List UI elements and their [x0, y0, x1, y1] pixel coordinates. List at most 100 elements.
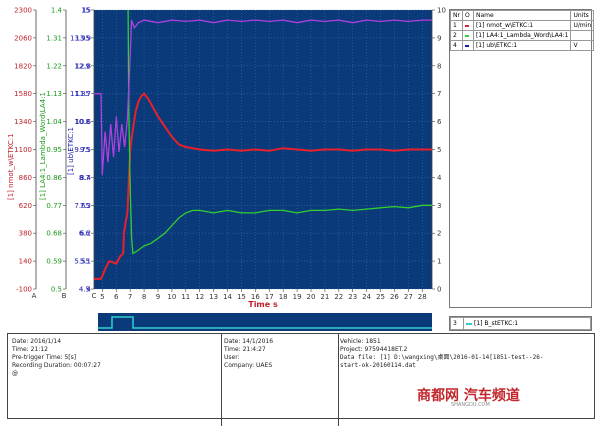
y-tick-label: 13.9	[75, 34, 91, 42]
legend-header-units: Units	[570, 10, 595, 21]
report-frame: -100 140 380 620 860 1 10 0 1340 1580 1 8 20 2060 2300…	[0, 0, 600, 426]
recording-info: Date: 2016/1/14 Time: 21:12 Pre-trigger …	[8, 334, 222, 426]
right-tick-label: 1	[437, 258, 441, 266]
y-tick-label: 9.5	[80, 146, 91, 154]
x-tick-label: 22	[334, 293, 343, 301]
axis-letter: A	[32, 292, 37, 300]
x-axis: 5 6 7 8 9 10 11 12 13 14 15 16 17 18 19 20 21 22 23 24 25 26 2…	[100, 289, 427, 309]
right-tick-label: 10	[437, 7, 446, 15]
axis-b-label: [1] LA4:1_Lambda_Word\LA4:1	[39, 92, 47, 200]
x-tick-label: 19	[293, 293, 302, 301]
x-tick-label: 9	[156, 293, 160, 301]
y-tick-label: 1580	[14, 90, 32, 98]
legend-nr: 4	[450, 40, 463, 51]
x-tick-label: 8	[142, 293, 146, 301]
y-tick-label: 1.13	[46, 90, 62, 98]
x-axis-label: Time s	[248, 300, 278, 309]
export-date: Date: 14/1/2016	[224, 338, 274, 345]
right-tick-label: 8	[437, 62, 441, 70]
legend-nr: 1	[450, 20, 463, 31]
y-tick-label: 2300	[14, 7, 32, 15]
x-tick-label: 25	[376, 293, 385, 301]
x-tick-label: 23	[348, 293, 357, 301]
x-tick-label: 12	[195, 293, 204, 301]
right-tick-label: 6	[437, 118, 442, 126]
y-tick-label: 140	[19, 258, 32, 266]
legend-row[interactable]: 3 [1] B_stETKC:1	[450, 317, 591, 330]
legend-name: [1] B_stETKC:1	[474, 320, 519, 327]
y-tick-label: 0.95	[46, 146, 62, 154]
y-tick-label: 380	[19, 230, 32, 238]
y-tick-label: -100	[16, 286, 32, 294]
right-tick-label: 5	[437, 146, 441, 154]
x-tick-label: 21	[320, 293, 329, 301]
right-tick-label: 2	[437, 230, 441, 238]
axis-letter: B	[62, 292, 67, 300]
y-tick-label: 860	[19, 174, 32, 182]
y-tick-label: 1.4	[51, 7, 63, 15]
legend-units: U/min	[570, 20, 595, 31]
x-tick-label: 28	[418, 293, 427, 301]
x-tick-label: 10	[167, 293, 176, 301]
y-tick-label: 0.68	[46, 230, 62, 238]
series-color-icon	[464, 24, 469, 27]
x-tick-label: 14	[223, 293, 232, 301]
legend-nr: 3	[450, 317, 464, 330]
x-tick-label: 27	[404, 293, 413, 301]
legend-row[interactable]: 2 [1] LA4:1_Lambda_Word\LA4:1	[450, 30, 595, 41]
info-panel: Date: 2016/1/14 Time: 21:12 Pre-trigger …	[7, 333, 595, 426]
overview-legend: 3 [1] B_stETKC:1	[449, 316, 592, 331]
right-tick-label: 3	[437, 202, 441, 210]
recording-duration: Recording Duration: 00:07:27	[12, 362, 101, 369]
legend-row[interactable]: 4 [1] ub\ETKC:1 V	[450, 40, 595, 51]
legend-name: [1] LA4:1_Lambda_Word\LA4:1	[475, 32, 569, 39]
x-tick-label: 7	[128, 293, 132, 301]
legend-row[interactable]: 1 [1] nmot_w\ETKC:1 U/min	[450, 20, 595, 31]
series-color-icon	[464, 44, 469, 47]
vehicle-info: Vehicle: 1851 Project: 97594418ET.2 Data…	[336, 334, 543, 426]
legend-header-name: Name	[472, 10, 572, 21]
y-tick-label: 620	[19, 202, 32, 210]
right-tick-label: 0	[437, 286, 441, 294]
data-file-cont: start-ok-20160114.dat	[340, 362, 416, 369]
legend-units: V	[570, 40, 595, 51]
x-tick-label: 15	[237, 293, 246, 301]
y-tick-label: 2060	[14, 34, 32, 42]
y-tick-label: 0.59	[46, 258, 62, 266]
legend-name: [1] ub\ETKC:1	[475, 42, 518, 49]
y-tick-label: 1340	[14, 118, 32, 126]
vehicle: Vehicle: 1851	[340, 338, 381, 345]
y-tick-label: 8.4	[80, 174, 92, 182]
y-tick-label: 11.7	[75, 90, 91, 98]
x-tick-label: 11	[181, 293, 190, 301]
legend-units	[570, 30, 595, 41]
legend-header-o: O	[461, 10, 474, 21]
user-info: Date: 14/1/2016 Time: 21:4:27 User: Comp…	[220, 334, 339, 426]
right-tick-label: 9	[437, 34, 441, 42]
series-color-icon	[466, 322, 472, 325]
axis-letter: C	[92, 292, 97, 300]
y-tick-label: 7.3	[80, 202, 91, 210]
project: Project: 97594418ET.2	[340, 346, 408, 353]
y-tick-label: 1.22	[46, 62, 62, 70]
y-tick-label: 0.86	[46, 174, 62, 182]
axis-c-label: [1] ub\ETKC:1	[67, 127, 75, 175]
pretrigger-time: Pre-trigger Time: 5[s]	[12, 354, 77, 361]
x-tick-label: 20	[307, 293, 316, 301]
y-tick-label: 0.77	[46, 202, 62, 210]
x-tick-label: 26	[390, 293, 399, 301]
recording-time: Time: 21:12	[12, 346, 48, 353]
legend-header-nr: Nr	[450, 10, 463, 21]
legend-nr: 2	[450, 30, 463, 41]
right-tick-label: 7	[437, 90, 441, 98]
y-tick-label: 1.04	[46, 118, 62, 126]
watermark-sub: SHANGDU.COM	[451, 402, 490, 408]
user: User:	[224, 354, 240, 361]
y-tick-label: 1.31	[46, 34, 62, 42]
legend-name: [1] nmot_w\ETKC:1	[475, 22, 534, 29]
y-tick-label: 5.1	[80, 258, 91, 266]
y-tick-label: 10.6	[75, 118, 91, 126]
right-tick-label: 4	[437, 174, 442, 182]
series-color-icon	[464, 34, 469, 37]
x-tick-label: 5	[100, 293, 104, 301]
